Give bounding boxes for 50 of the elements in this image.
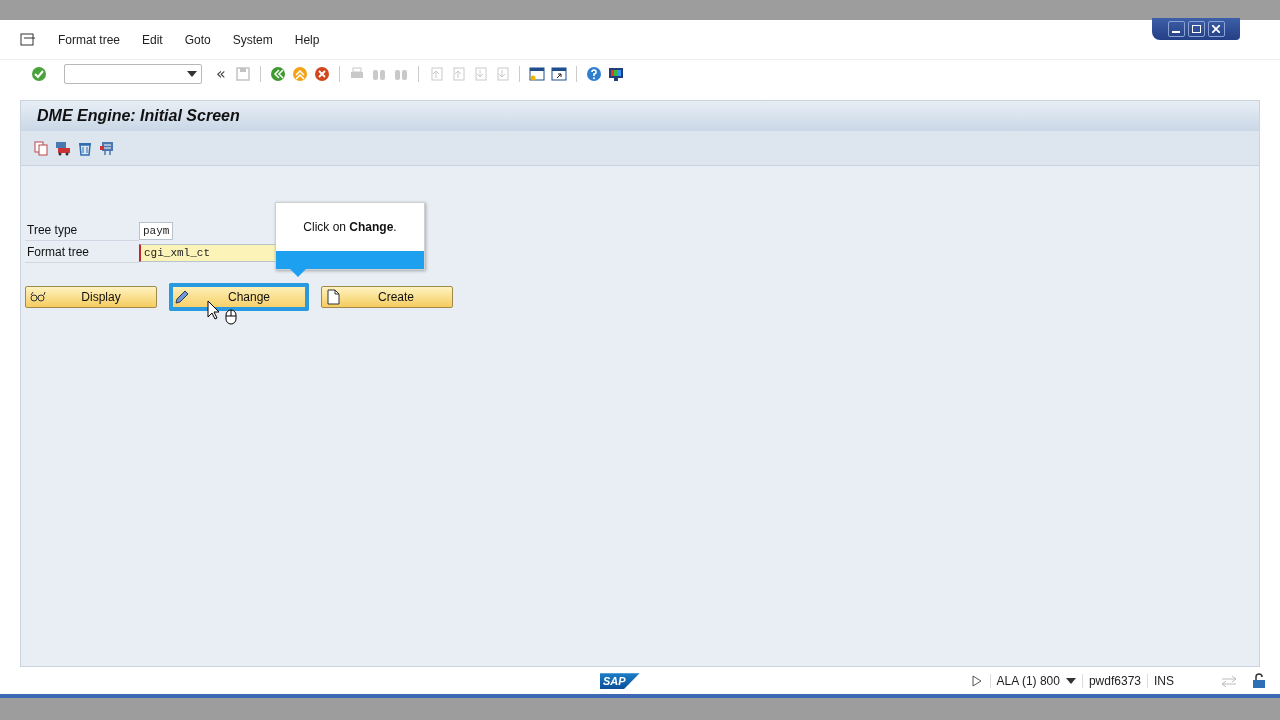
arrows-icon (1220, 675, 1238, 688)
list-icon[interactable] (99, 139, 115, 156)
sap-logo: SAP (600, 673, 640, 690)
close-button[interactable] (1207, 21, 1225, 37)
toolbar-button[interactable] (313, 64, 331, 83)
cancel-icon (314, 65, 330, 82)
menu-item[interactable]: Help (294, 32, 320, 47)
action-button[interactable]: Create (321, 285, 453, 308)
help-icon (586, 65, 602, 82)
collapse-button[interactable]: « (212, 64, 230, 84)
menu-item[interactable]: Edit (142, 32, 163, 47)
save-icon (235, 65, 251, 82)
screen-title: DME Engine: Initial Screen (37, 106, 240, 125)
back-icon (270, 65, 286, 82)
menu-item[interactable]: System (232, 32, 273, 47)
page-up-icon (450, 65, 466, 82)
input-field[interactable]: paym (139, 221, 173, 240)
check-icon (31, 65, 47, 82)
maximize-button[interactable] (1187, 21, 1205, 37)
play-icon[interactable] (971, 675, 982, 688)
input-mode: INS (1147, 674, 1180, 689)
toolbar-button[interactable] (550, 64, 568, 83)
close-icon (1212, 25, 1220, 33)
truck-icon[interactable] (55, 139, 71, 156)
menu-item[interactable]: Goto (184, 32, 211, 47)
new-window-icon (529, 65, 545, 82)
pencil-icon (174, 289, 190, 304)
lock-icon[interactable] (1252, 673, 1266, 690)
command-field[interactable] (64, 63, 202, 84)
server-name: pwdf6373 (1081, 674, 1147, 689)
page-down-icon (494, 65, 510, 82)
monitor-icon (608, 65, 624, 82)
action-button[interactable]: Display (25, 285, 157, 308)
dropdown-icon (187, 70, 197, 77)
copy-icon[interactable] (33, 139, 49, 156)
page-up-icon (428, 65, 444, 82)
menu-item[interactable]: Format tree (58, 32, 120, 47)
menu-icon[interactable] (20, 32, 36, 47)
minimize-button[interactable] (1167, 21, 1185, 37)
callout-text: Click on Change. (302, 218, 398, 236)
system-info: ALA (1) 800 (989, 674, 1066, 689)
dropdown-icon[interactable] (1065, 678, 1076, 685)
glasses-icon (30, 289, 46, 304)
shortcut-icon (551, 65, 567, 82)
exit-icon (292, 65, 308, 82)
maximize-icon (1191, 25, 1201, 33)
toolbar-button[interactable] (528, 64, 546, 83)
action-button[interactable]: Change (169, 282, 309, 311)
page-down-icon (472, 65, 488, 82)
document-icon (326, 288, 340, 305)
